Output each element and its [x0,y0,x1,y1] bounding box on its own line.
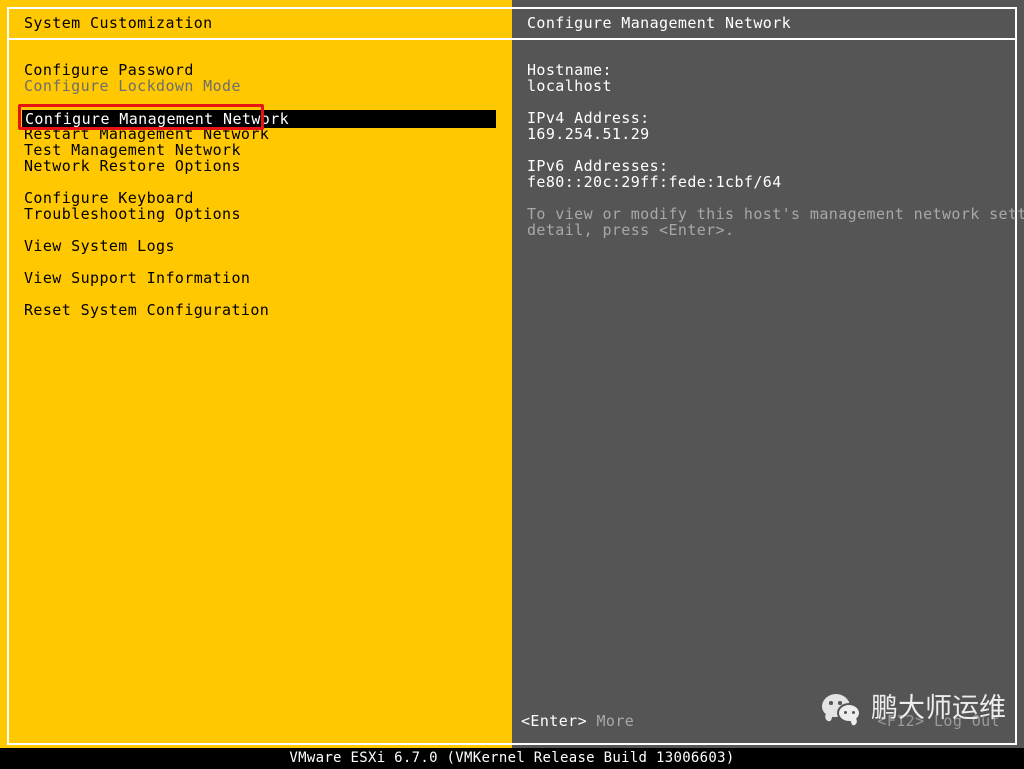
menu-spacer [0,222,512,238]
detail-text: Hostname: [527,61,612,79]
menu-item-label: View System Logs [24,237,175,255]
detail-text: IPv4 Address: [527,109,650,127]
wechat-icon [822,694,864,724]
menu-spacer [0,174,512,190]
enter-key-label: <Enter> [521,712,588,730]
detail-line: 169.254.51.29 [512,126,1024,142]
left-pane-title-divider [9,38,512,40]
system-customization-menu: Configure Password Configure Lockdown Mod… [0,62,512,318]
menu-item-view-support-information[interactable]: View Support Information [0,270,512,286]
menu-item-label: Reset System Configuration [24,301,270,319]
watermark-text: 鹏大师运维 [871,693,1006,724]
version-status-text: VMware ESXi 6.7.0 (VMKernel Release Buil… [289,750,735,766]
enter-action-label: More [596,712,635,730]
menu-item-label: Restart Management Network [24,125,270,143]
detail-text: To view or modify this host's management… [527,205,1024,223]
version-status-bar: VMware ESXi 6.7.0 (VMKernel Release Buil… [0,748,1024,768]
menu-item-network-restore-options[interactable]: Network Restore Options [0,158,512,174]
network-detail-list: Hostname: localhost IPv4 Address: 169.254.5… [512,62,1024,238]
menu-item-restart-management-network[interactable]: Restart Management Network [0,126,512,142]
left-pane-titlebar: System Customization [9,9,512,37]
menu-item-label: View Support Information [24,269,251,287]
detail-spacer [512,142,1024,158]
detail-help-line: detail, press <Enter>. [512,222,1024,238]
menu-item-configure-keyboard[interactable]: Configure Keyboard [0,190,512,206]
menu-item-label: Troubleshooting Options [24,205,241,223]
enter-key-hint[interactable]: <Enter> More [521,712,634,730]
menu-item-view-system-logs[interactable]: View System Logs [0,238,512,254]
left-pane-title: System Customization [24,14,213,32]
detail-line: IPv6 Addresses: [512,158,1024,174]
detail-line: localhost [512,78,1024,94]
menu-item-label: Test Management Network [24,141,241,159]
system-customization-pane: System Customization Configure Password C… [0,0,513,748]
menu-item-label: Configure Password [24,61,194,79]
wechat-icon-bubble-small [837,703,861,723]
menu-spacer [0,254,512,270]
menu-spacer [0,286,512,302]
detail-text: IPv6 Addresses: [527,157,669,175]
detail-line: IPv4 Address: [512,110,1024,126]
detail-help-line: To view or modify this host's management… [512,206,1024,222]
menu-item-label: Network Restore Options [24,157,241,175]
menu-item-test-management-network[interactable]: Test Management Network [0,142,512,158]
menu-item-troubleshooting-options[interactable]: Troubleshooting Options [0,206,512,222]
configure-management-network-pane: Configure Management Network Hostname: lo… [511,0,1024,748]
menu-item-configure-management-network[interactable]: Configure Management Network [0,110,512,128]
menu-item-label: Configure Lockdown Mode [24,77,241,95]
detail-line: fe80::20c:29ff:fede:1cbf/64 [512,174,1024,190]
detail-spacer [512,94,1024,110]
detail-spacer [512,190,1024,206]
detail-text: detail, press <Enter>. [527,221,735,239]
menu-item-label: Configure Keyboard [24,189,194,207]
esxi-dcui-console: System Customization Configure Password C… [0,0,1024,768]
right-pane-title-divider [512,38,1015,40]
right-pane-title: Configure Management Network [527,14,792,32]
wechat-watermark: 鹏大师运维 [822,692,1006,726]
menu-spacer [0,94,512,110]
detail-text: localhost [527,77,612,95]
menu-item-configure-password[interactable]: Configure Password [0,62,512,78]
detail-text: 169.254.51.29 [527,125,650,143]
detail-text: fe80::20c:29ff:fede:1cbf/64 [527,173,782,191]
menu-item-reset-system-configuration[interactable]: Reset System Configuration [0,302,512,318]
menu-item-configure-lockdown-mode[interactable]: Configure Lockdown Mode [0,78,512,94]
detail-line: Hostname: [512,62,1024,78]
